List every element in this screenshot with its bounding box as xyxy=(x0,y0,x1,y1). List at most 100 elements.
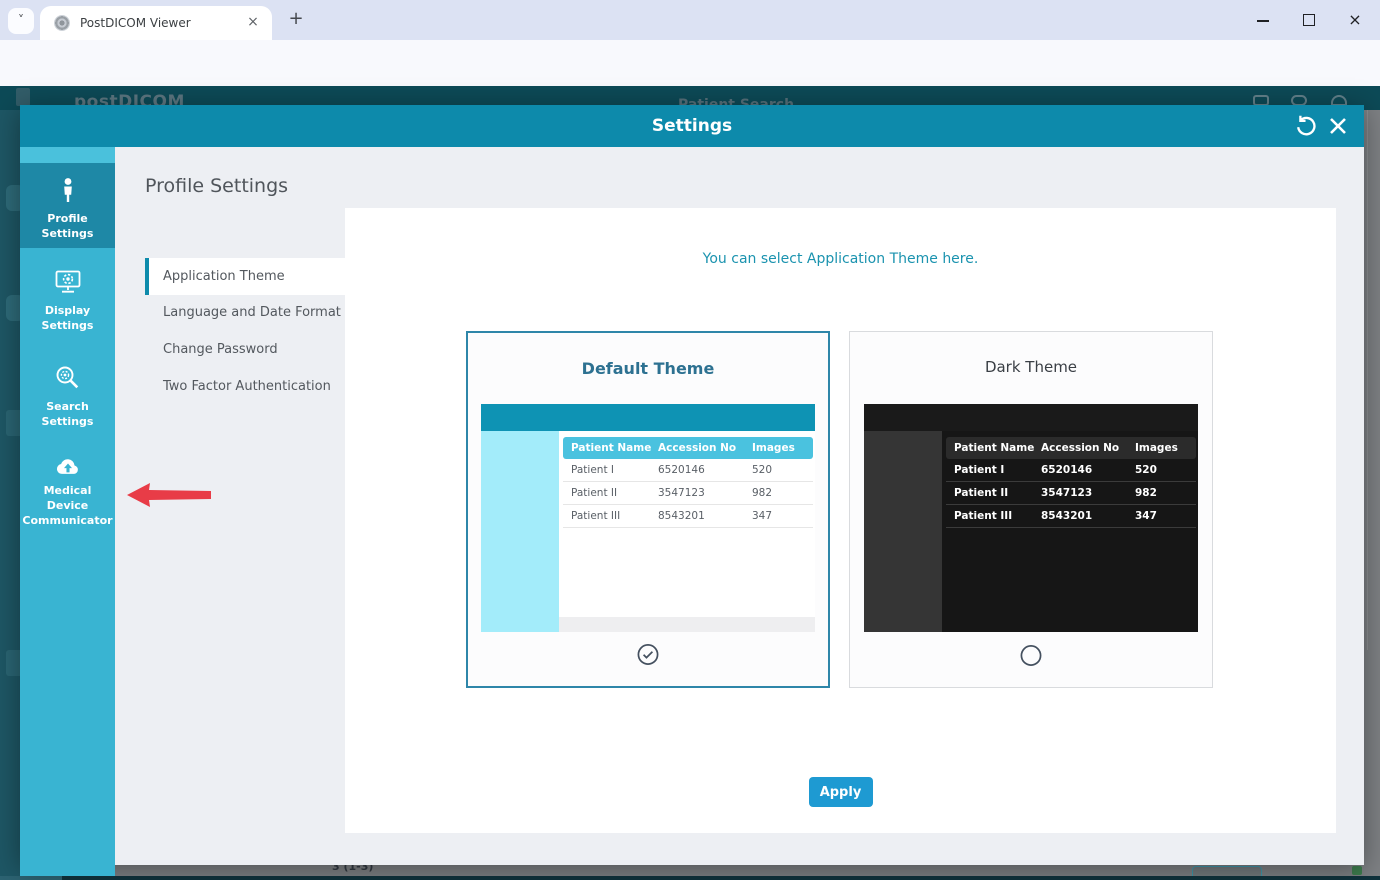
cell: Patient II xyxy=(946,487,1041,499)
cell: 520 xyxy=(1135,464,1196,476)
background-status-bar: 3 (1-3) xyxy=(20,865,1364,876)
background-bottom-bar xyxy=(0,876,1380,880)
sidebar-item-profile-settings[interactable]: Profile Settings xyxy=(20,163,115,248)
sidebar-top-block xyxy=(20,147,115,163)
modal-header: Settings xyxy=(20,105,1364,147)
preview-table: Patient Name Accession No Images Patient… xyxy=(563,437,813,528)
sidebar-continuation xyxy=(20,865,115,876)
bottom-corner xyxy=(0,876,62,880)
page-title: Profile Settings xyxy=(145,175,288,197)
settings-modal: Settings Profile Settings xyxy=(20,105,1364,865)
dark-theme-radio-unselected[interactable] xyxy=(1020,644,1043,667)
preview-body: Patient Name Accession No Images Patient… xyxy=(864,431,1198,632)
circle-icon xyxy=(1020,644,1043,667)
preview-table-header: Patient Name Accession No Images xyxy=(563,437,813,459)
cell: 8543201 xyxy=(1041,510,1135,522)
preview-table: Patient Name Accession No Images Patient… xyxy=(946,437,1196,528)
cell: 3547123 xyxy=(658,487,752,499)
window-minimize-button[interactable] xyxy=(1253,10,1273,30)
nav-item-application-theme[interactable]: Application Theme xyxy=(145,258,345,295)
sidebar-item-medical-device-communicator[interactable]: Medical Device Communicator xyxy=(20,447,115,529)
search-gear-icon xyxy=(54,364,81,391)
cell: 347 xyxy=(1135,510,1196,522)
col-header: Accession No xyxy=(658,442,752,454)
cell: Patient I xyxy=(946,464,1041,476)
display-gear-icon xyxy=(54,269,82,295)
person-icon xyxy=(56,177,80,203)
window-close-button[interactable]: × xyxy=(1345,10,1365,30)
cloud-upload-icon xyxy=(51,457,85,475)
close-icon xyxy=(1324,112,1352,140)
browser-tabstrip: ˅ PostDICOM Viewer × + × xyxy=(0,0,1380,40)
table-row: Patient III 8543201 347 xyxy=(563,505,813,528)
tab-title: PostDICOM Viewer xyxy=(80,16,191,30)
table-row: Patient III 8543201 347 xyxy=(946,505,1196,528)
preview-sidebar xyxy=(864,431,942,632)
settings-sidebar: Profile Settings Display Settings Search… xyxy=(20,147,115,876)
tab-search-button[interactable]: ˅ xyxy=(8,8,34,34)
table-row: Patient I 6520146 520 xyxy=(563,459,813,482)
theme-select-message: You can select Application Theme here. xyxy=(345,251,1336,267)
maximize-icon xyxy=(1303,14,1315,26)
cell: Patient II xyxy=(563,487,658,499)
table-row: Patient II 3547123 982 xyxy=(946,482,1196,505)
nav-item-change-password[interactable]: Change Password xyxy=(145,332,345,369)
cell: Patient III xyxy=(946,510,1041,522)
cell: 8543201 xyxy=(658,510,752,522)
sidebar-item-label: Display Settings xyxy=(20,304,115,334)
cell: 347 xyxy=(752,510,813,522)
browser-tab[interactable]: PostDICOM Viewer × xyxy=(40,6,272,40)
apply-button[interactable]: Apply xyxy=(809,777,873,807)
theme-name: Dark Theme xyxy=(850,358,1212,376)
result-count: 3 (1-3) xyxy=(332,865,373,873)
language-flag-icon xyxy=(16,88,30,106)
sidebar-item-label: Search Settings xyxy=(20,400,115,430)
cell: 982 xyxy=(752,487,813,499)
background-left-toolbar xyxy=(0,110,20,880)
cell: 6520146 xyxy=(1041,464,1135,476)
col-header: Images xyxy=(752,442,813,454)
dark-theme-preview: Patient Name Accession No Images Patient… xyxy=(864,404,1198,632)
new-tab-button[interactable]: + xyxy=(284,6,308,32)
default-theme-preview: Patient Name Accession No Images Patient… xyxy=(481,404,815,632)
window-maximize-button[interactable] xyxy=(1299,10,1319,30)
theme-name: Default Theme xyxy=(468,359,828,378)
theme-card-dark[interactable]: Dark Theme Patient Name Accession No Ima… xyxy=(849,331,1213,688)
application-theme-panel: You can select Application Theme here. D… xyxy=(345,208,1336,833)
col-header: Images xyxy=(1135,442,1196,454)
modal-refresh-button[interactable] xyxy=(1292,112,1320,140)
modal-close-button[interactable] xyxy=(1324,112,1352,140)
preview-header-bar xyxy=(481,404,815,431)
status-dot xyxy=(1352,866,1362,875)
col-header: Patient Name xyxy=(946,442,1041,454)
preview-header-bar xyxy=(864,404,1198,431)
red-arrow-annotation xyxy=(127,482,211,509)
col-header: Patient Name xyxy=(563,442,658,454)
col-header: Accession No xyxy=(1041,442,1135,454)
default-theme-radio-selected[interactable] xyxy=(637,643,660,666)
tab-close-icon[interactable]: × xyxy=(244,13,262,31)
cell: Patient III xyxy=(563,510,658,522)
profile-settings-nav: Application Theme Language and Date Form… xyxy=(145,258,345,406)
theme-card-default[interactable]: Default Theme Patient Name Accession No … xyxy=(466,331,830,688)
cell: 3547123 xyxy=(1041,487,1135,499)
cell: 6520146 xyxy=(658,464,752,476)
pagination-button xyxy=(1192,866,1262,876)
cell: 520 xyxy=(752,464,813,476)
sidebar-item-label: Medical Device Communicator xyxy=(20,484,115,529)
background-right-edge xyxy=(1364,110,1380,876)
preview-body: Patient Name Accession No Images Patient… xyxy=(481,431,815,632)
nav-item-language-date-format[interactable]: Language and Date Format xyxy=(145,295,345,332)
table-edge-line xyxy=(1367,110,1368,650)
postdicom-favicon xyxy=(54,15,70,31)
sidebar-item-search-settings[interactable]: Search Settings xyxy=(20,352,115,436)
preview-sidebar xyxy=(481,431,559,632)
modal-title: Settings xyxy=(20,105,1364,147)
nav-item-two-factor-authentication[interactable]: Two Factor Authentication xyxy=(145,369,345,406)
check-circle-icon xyxy=(637,643,660,666)
table-row: Patient II 3547123 982 xyxy=(563,482,813,505)
browser-toolbar: ← → ↻ germany.postdicom.com/Viewer/Main … xyxy=(0,40,1380,86)
sidebar-item-display-settings[interactable]: Display Settings xyxy=(20,257,115,342)
preview-footer-bar xyxy=(559,617,815,632)
refresh-icon xyxy=(1292,112,1320,140)
